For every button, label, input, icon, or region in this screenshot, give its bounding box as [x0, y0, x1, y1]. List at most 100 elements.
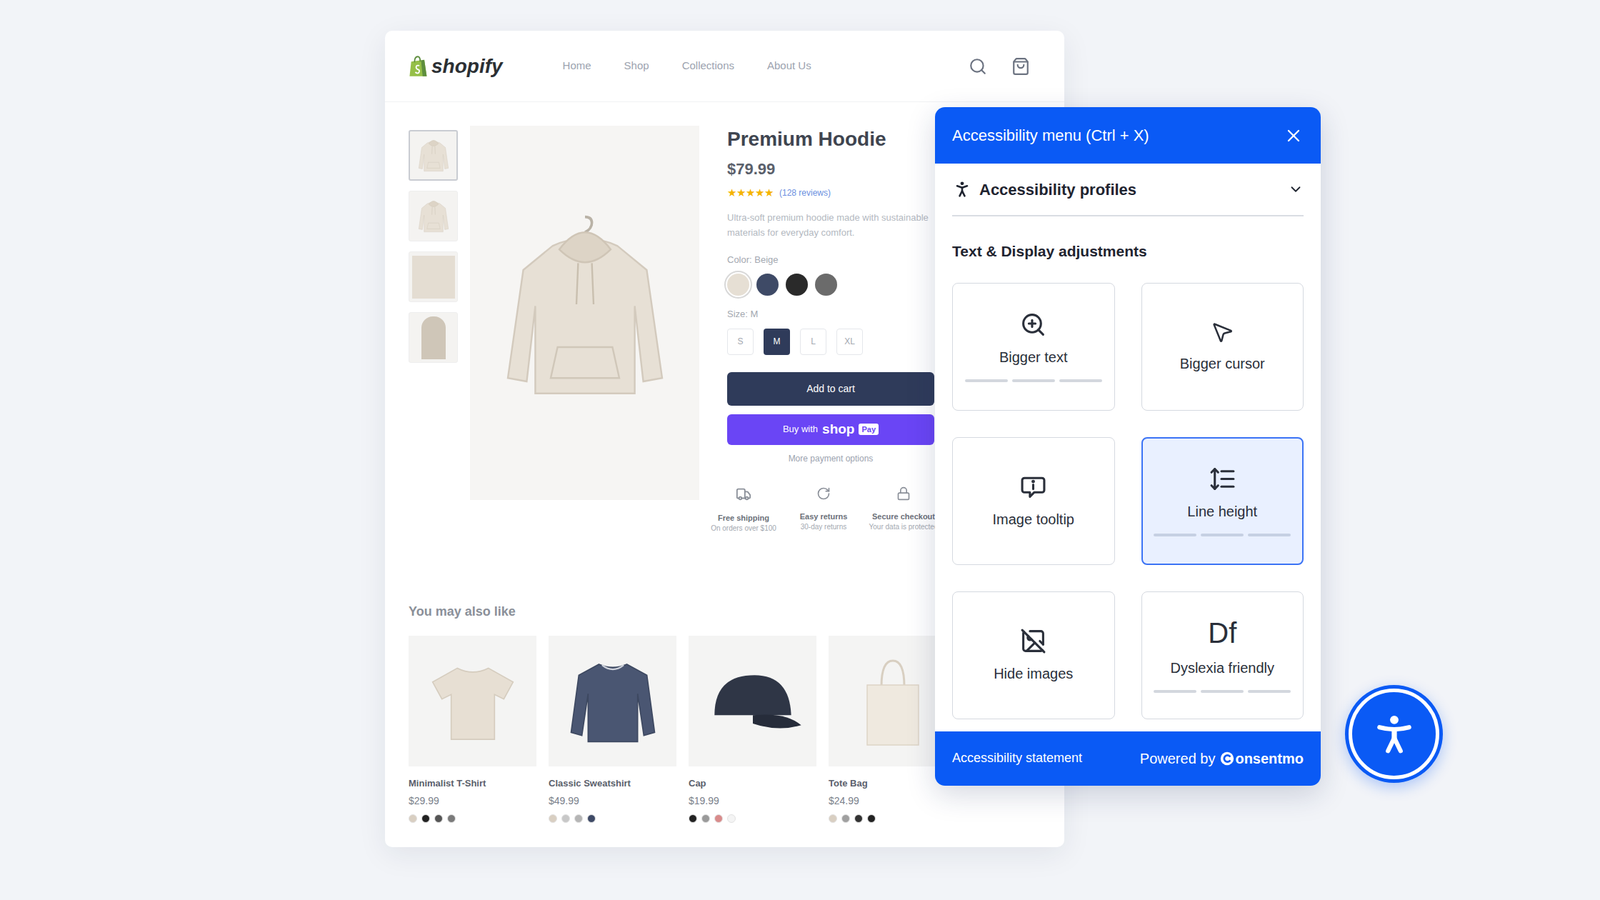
feature-list: Free shippingOn orders over $100Easy ret…	[705, 486, 942, 535]
related-name: Minimalist T-Shirt	[408, 776, 537, 791]
related-price: $49.99	[548, 793, 677, 809]
sweatshirt-photo-icon	[566, 655, 660, 748]
related-image	[408, 635, 537, 767]
review-count[interactable]: (128 reviews)	[779, 186, 831, 200]
panel-title: Accessibility menu (Ctrl + X)	[952, 123, 1150, 148]
nav-link[interactable]: Collections	[682, 57, 735, 75]
thumbnail[interactable]	[408, 251, 458, 303]
step-segment	[1247, 533, 1291, 537]
color-swatch[interactable]	[785, 273, 808, 296]
step-segment	[1153, 690, 1197, 693]
powered-by[interactable]: Powered byonsentmo	[1140, 747, 1304, 770]
color-dot[interactable]	[574, 814, 583, 823]
hide-images-icon	[1020, 627, 1047, 655]
accessibility-panel: Accessibility menu (Ctrl + X) Accessibili…	[935, 107, 1321, 786]
star-icon: ★	[764, 185, 774, 202]
product-price: $79.99	[727, 157, 935, 181]
shop-pay-button[interactable]: Buy withshopPay	[727, 414, 935, 445]
product-info: Premium Hoodie$79.99★★★★★(128 reviews)Ul…	[727, 125, 935, 588]
tile-label: Hide images	[993, 664, 1073, 683]
tile-grid: Bigger text Bigger cursorImage tooltip Lin…	[952, 282, 1304, 720]
color-swatch[interactable]	[727, 273, 750, 296]
related-product[interactable]: Cap$19.99	[688, 635, 817, 823]
section-title: Text & Display adjustments	[952, 240, 1304, 263]
tile-label: Line height	[1187, 502, 1258, 521]
size-label: Size: M	[727, 307, 935, 322]
related-product[interactable]: Classic Sweatshirt $49.99	[548, 635, 677, 823]
close-icon[interactable]	[1283, 125, 1304, 146]
nav-link[interactable]: Home	[562, 57, 592, 75]
nav-link[interactable]: Shop	[624, 57, 650, 75]
person-icon	[952, 179, 973, 200]
cursor-icon	[1210, 320, 1235, 345]
color-dot[interactable]	[854, 814, 863, 823]
adjustment-tile[interactable]: DfDyslexia friendly	[1141, 591, 1305, 720]
color-dot[interactable]	[714, 814, 723, 823]
color-dot[interactable]	[841, 814, 850, 823]
tote-photo-icon	[857, 655, 929, 748]
related-colors	[828, 814, 957, 823]
adjustment-tile[interactable]: Line height	[1141, 437, 1305, 565]
color-dot[interactable]	[867, 814, 876, 823]
star-icon: ★	[755, 185, 765, 202]
step-segment	[965, 379, 1008, 383]
color-dot[interactable]	[587, 814, 596, 823]
adjustment-tile[interactable]: Bigger text	[952, 282, 1115, 411]
tile-label: Bigger text	[999, 347, 1068, 367]
store-nav: Home Shop Collections About Us	[562, 57, 812, 75]
hoodie-photo-icon	[499, 205, 671, 420]
related-name: Classic Sweatshirt	[548, 776, 677, 791]
color-dot[interactable]	[434, 814, 443, 823]
star-icon: ★	[736, 185, 746, 202]
truck-icon	[735, 486, 752, 503]
thumbnail[interactable]	[408, 312, 458, 363]
accessibility-launcher[interactable]	[1345, 685, 1443, 783]
adjustment-tile[interactable]: Bigger cursor	[1141, 282, 1305, 411]
color-swatch[interactable]	[815, 273, 838, 296]
line-height-icon	[1209, 465, 1236, 493]
adjustment-tile[interactable]: Image tooltip	[952, 437, 1115, 565]
color-dot[interactable]	[548, 814, 558, 823]
profiles-label: Accessibility profiles	[979, 177, 1137, 202]
feature-item: Easy returns30-day returns	[785, 486, 862, 535]
color-dot[interactable]	[701, 814, 710, 823]
rating: ★★★★★(128 reviews)	[727, 185, 935, 202]
color-dot[interactable]	[828, 814, 838, 823]
thumbnail[interactable]	[408, 190, 458, 242]
related-product[interactable]: Minimalist T-Shirt$29.99	[408, 635, 537, 823]
profiles-row[interactable]: Accessibility profiles	[952, 163, 1304, 217]
size-option[interactable]: L	[800, 328, 827, 355]
accessibility-person-icon	[1372, 712, 1417, 757]
shopify-bag-icon	[408, 55, 429, 78]
size-option[interactable]: M	[763, 328, 790, 355]
thumbnail-list	[408, 130, 458, 588]
image-tooltip-icon	[1020, 473, 1047, 500]
color-dot[interactable]	[408, 814, 418, 823]
adjustment-tile[interactable]: Hide images	[952, 591, 1115, 720]
main-product-image	[470, 125, 700, 500]
more-payment-options[interactable]: More payment options	[727, 452, 935, 465]
cap-photo-icon	[702, 663, 803, 739]
feature-item: Secure checkoutYour data is protected	[865, 486, 942, 535]
shopify-logo[interactable]: shopify	[408, 51, 503, 82]
color-dot[interactable]	[447, 814, 456, 823]
returns-icon	[816, 486, 831, 501]
size-option[interactable]: XL	[836, 328, 863, 355]
accessibility-statement-link[interactable]: Accessibility statement	[952, 748, 1083, 768]
add-to-cart-button[interactable]: Add to cart	[727, 372, 935, 406]
color-swatch[interactable]	[756, 273, 779, 296]
color-dot[interactable]	[561, 814, 570, 823]
nav-link[interactable]: About Us	[767, 57, 812, 75]
step-segment	[1200, 533, 1244, 537]
related-image	[548, 635, 677, 767]
search-icon[interactable]	[968, 57, 988, 76]
color-dot[interactable]	[421, 814, 430, 823]
size-option[interactable]: S	[727, 328, 754, 355]
step-indicator	[965, 379, 1103, 383]
color-dot[interactable]	[688, 814, 698, 823]
tile-label: Dyslexia friendly	[1170, 658, 1275, 678]
thumbnail[interactable]	[408, 130, 458, 181]
color-dot[interactable]	[727, 814, 736, 823]
cart-icon[interactable]	[1011, 57, 1030, 76]
store-header: shopify Home Shop Collections About Us	[385, 30, 1065, 103]
